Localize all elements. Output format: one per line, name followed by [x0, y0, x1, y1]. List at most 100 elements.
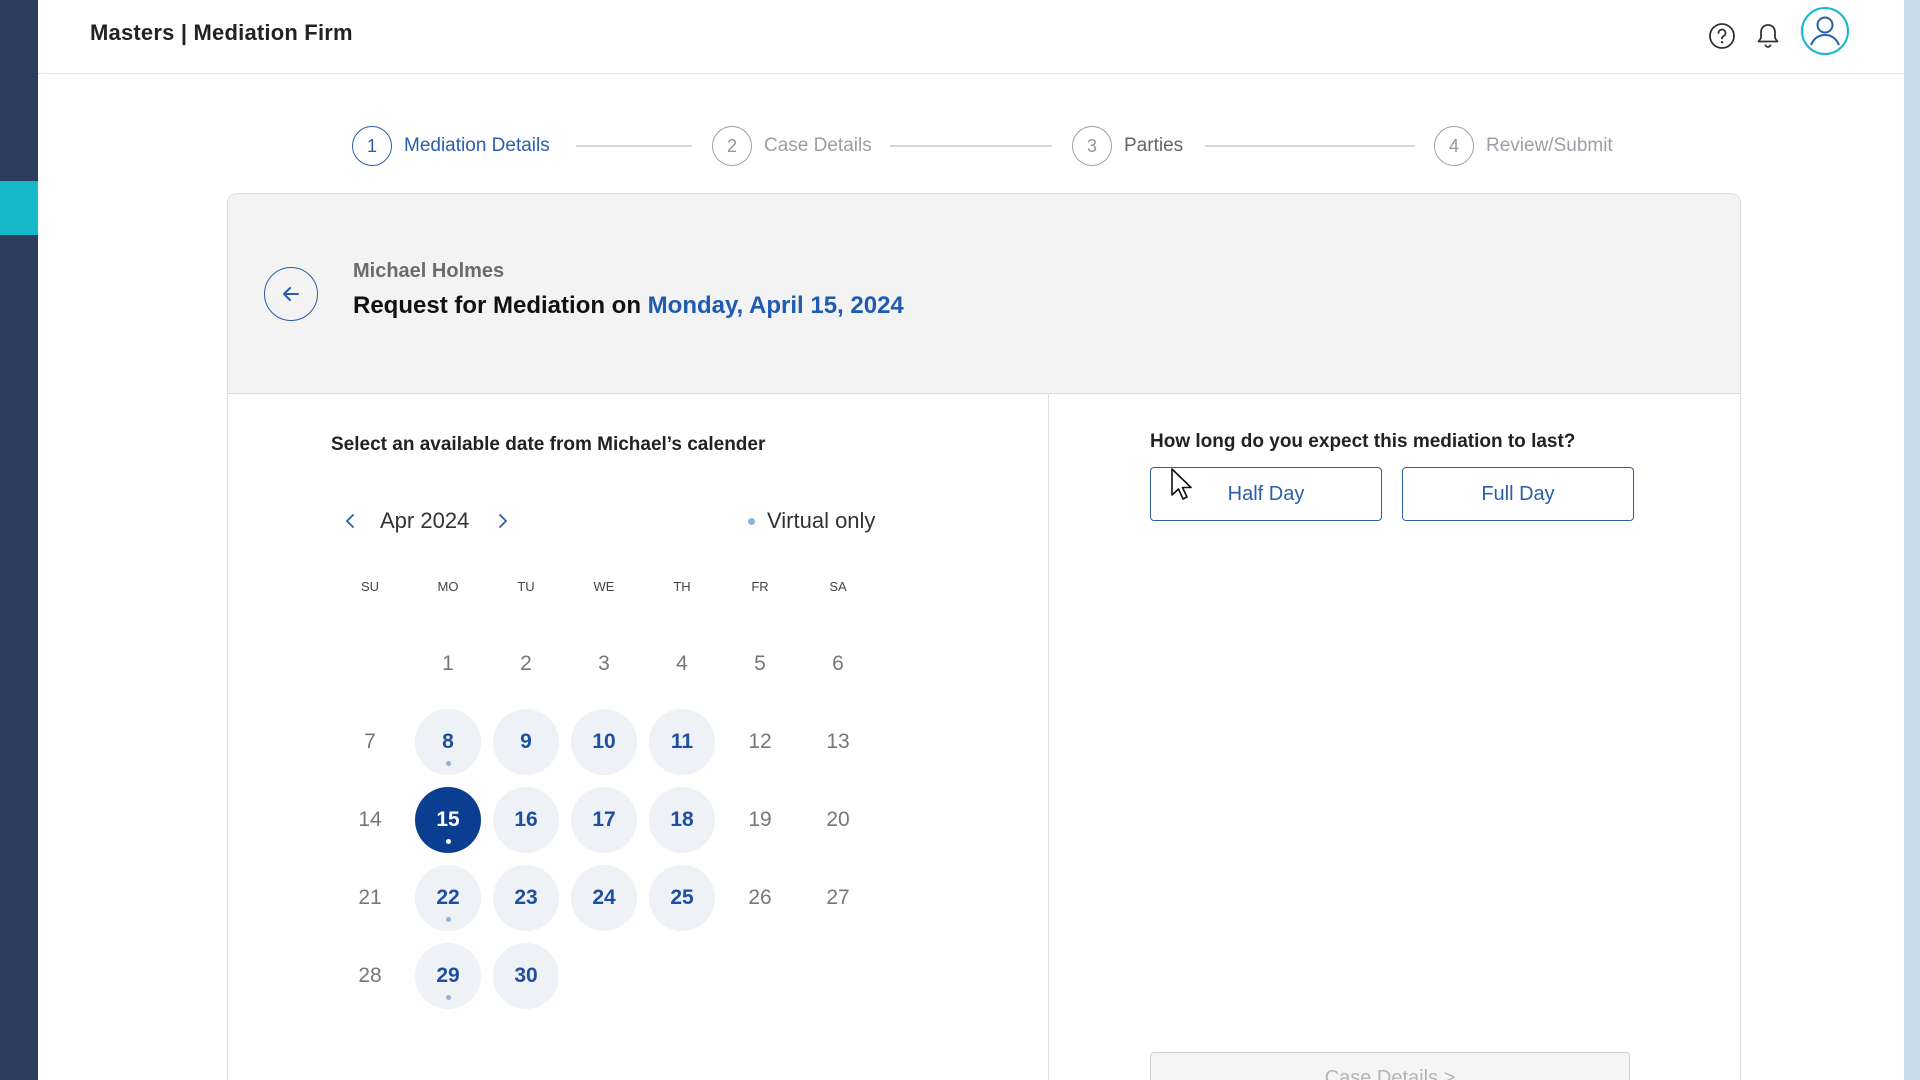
day-number: 22 — [436, 886, 460, 909]
day-number: 16 — [514, 808, 538, 831]
day-number: 30 — [514, 964, 538, 987]
weekday-label: SA — [829, 579, 847, 594]
calendar-day: 2 — [493, 631, 559, 697]
duration-question: How long do you expect this mediation to… — [1150, 431, 1576, 452]
day-number: 28 — [358, 964, 382, 987]
calendar-day-available[interactable]: 24 — [571, 865, 637, 931]
calendar-day: 13 — [805, 709, 871, 775]
step-number: 3 — [1072, 126, 1112, 166]
back-button[interactable] — [264, 267, 318, 321]
calendar-day: 20 — [805, 787, 871, 853]
calendar-day: 12 — [727, 709, 793, 775]
full-day-button[interactable]: Full Day — [1402, 467, 1634, 521]
step-number: 4 — [1434, 126, 1474, 166]
help-icon[interactable] — [1700, 14, 1744, 58]
chevron-left-icon — [346, 514, 354, 528]
step-label: Parties — [1124, 135, 1184, 156]
bell-icon[interactable] — [1746, 14, 1790, 58]
calendar-day-available[interactable]: 8 — [415, 709, 481, 775]
step-parties[interactable]: 3 Parties — [1072, 125, 1183, 167]
calendar-day: 3 — [571, 631, 637, 697]
day-number: 13 — [826, 730, 850, 753]
calendar-day: 14 — [337, 787, 403, 853]
day-number: 18 — [670, 808, 694, 831]
card-header: Michael Holmes Request for Mediation on … — [228, 194, 1740, 394]
half-day-button[interactable]: Half Day — [1150, 467, 1382, 521]
day-number: 6 — [832, 652, 844, 675]
day-number: 29 — [436, 964, 460, 987]
day-number: 5 — [754, 652, 766, 675]
weekday-label: TH — [673, 579, 691, 594]
step-label: Review/Submit — [1486, 135, 1613, 156]
step-review-submit[interactable]: 4 Review/Submit — [1434, 125, 1613, 167]
next-case-details-button[interactable]: Case Details > — [1150, 1052, 1630, 1080]
calendar-day: 1 — [415, 631, 481, 697]
top-bar: Masters | Mediation Firm — [38, 0, 1904, 74]
prev-month-button[interactable] — [338, 506, 362, 536]
step-mediation-details[interactable]: 1 Mediation Details — [352, 125, 550, 167]
day-number: 20 — [826, 808, 850, 831]
day-number: 11 — [670, 730, 694, 753]
day-number: 21 — [358, 886, 382, 909]
weekday-label: MO — [437, 579, 459, 594]
virtual-dot-icon — [446, 917, 451, 922]
virtual-dot-icon — [748, 517, 755, 525]
weekday-label: TU — [517, 579, 535, 594]
weekday-label: SU — [360, 579, 380, 594]
calendar-day-selected[interactable]: 15 — [415, 787, 481, 853]
arrow-left-icon — [283, 287, 299, 301]
calendar-day-available[interactable]: 18 — [649, 787, 715, 853]
calendar-day-available[interactable]: 9 — [493, 709, 559, 775]
calendar-day-available[interactable]: 17 — [571, 787, 637, 853]
request-prefix: Request for Mediation on — [353, 292, 641, 319]
calendar-day-available[interactable]: 10 — [571, 709, 637, 775]
calendar-day-available[interactable]: 23 — [493, 865, 559, 931]
progress-stepper: 1 Mediation Details 2 Case Details 3 Par… — [0, 125, 1920, 167]
day-number: 1 — [442, 652, 454, 675]
day-number: 17 — [592, 808, 616, 831]
step-connector — [1205, 145, 1415, 147]
calendar-day-available[interactable]: 25 — [649, 865, 715, 931]
calendar-day-available[interactable]: 29 — [415, 943, 481, 1009]
day-number: 9 — [520, 730, 532, 753]
virtual-dot-icon — [446, 839, 451, 844]
day-number: 27 — [826, 886, 850, 909]
day-number: 12 — [748, 730, 772, 753]
day-number: 24 — [592, 886, 616, 909]
legend-label: Virtual only — [767, 508, 876, 533]
calendar-day: 27 — [805, 865, 871, 931]
calendar-day-available[interactable]: 11 — [649, 709, 715, 775]
day-number: 14 — [358, 808, 382, 831]
month-navigation: Apr 2024 — [338, 506, 515, 536]
day-number: 26 — [748, 886, 772, 909]
section-divider — [1048, 394, 1049, 1080]
calendar-day: 7 — [337, 709, 403, 775]
step-connector — [890, 145, 1052, 147]
day-number: 2 — [520, 652, 532, 675]
request-date: Monday, April 15, 2024 — [647, 292, 904, 319]
weekday-header: SU MO TU WE TH FR SA — [331, 579, 891, 599]
calendar-day: 21 — [337, 865, 403, 931]
virtual-dot-icon — [446, 995, 451, 1000]
next-month-button[interactable] — [491, 506, 515, 536]
day-number: 19 — [748, 808, 772, 831]
calendar-day-available[interactable]: 16 — [493, 787, 559, 853]
day-number: 10 — [592, 730, 616, 753]
month-label: Apr 2024 — [380, 508, 470, 533]
calendar-day-available[interactable]: 30 — [493, 943, 559, 1009]
calendar-instructions: Select an available date from Michael’s … — [331, 434, 766, 455]
day-number: 7 — [364, 730, 376, 753]
calendar-day-available[interactable]: 22 — [415, 865, 481, 931]
sidebar-active-indicator — [0, 181, 38, 235]
weekday-label: FR — [751, 579, 769, 594]
mediation-request-card: Michael Holmes Request for Mediation on … — [227, 193, 1741, 1080]
step-case-details[interactable]: 2 Case Details — [712, 125, 872, 167]
user-avatar-icon[interactable] — [1800, 6, 1850, 56]
calendar-legend: Virtual only — [748, 506, 875, 536]
calendar-day: 26 — [727, 865, 793, 931]
step-label: Mediation Details — [404, 135, 550, 156]
virtual-dot-icon — [446, 761, 451, 766]
step-connector — [576, 145, 692, 147]
day-number: 4 — [676, 652, 688, 675]
day-number: 23 — [514, 886, 538, 909]
